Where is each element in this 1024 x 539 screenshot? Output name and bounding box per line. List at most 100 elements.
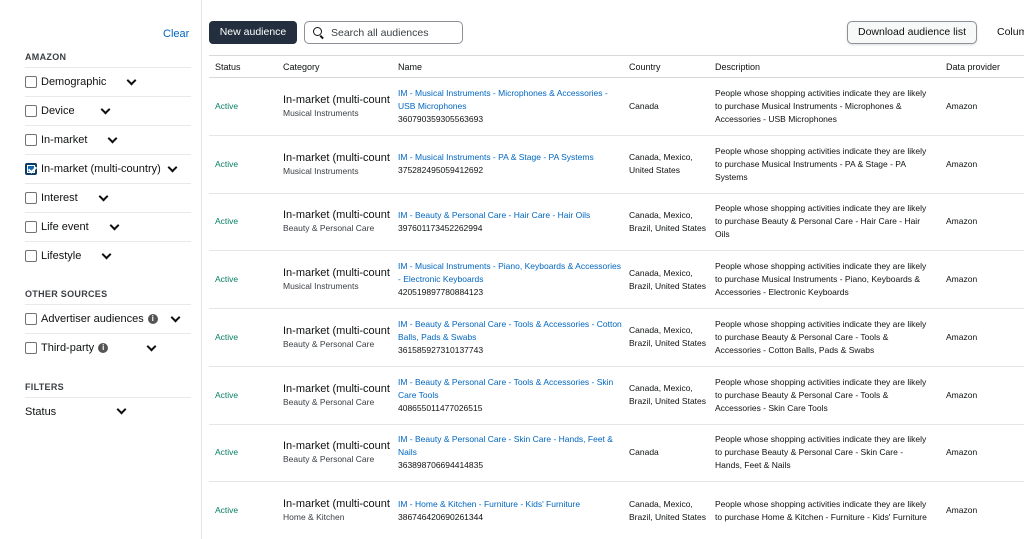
filter-option-label: Lifestyle [41, 250, 82, 262]
checkbox[interactable] [25, 134, 37, 146]
chevron-down-icon[interactable] [146, 341, 157, 351]
amazon-section-title: AMAZON [25, 52, 67, 62]
audience-name-link[interactable]: IM - Home & Kitchen - Furniture - Kids' … [398, 498, 623, 511]
checkbox[interactable] [25, 221, 37, 233]
other-sources-filter-list: Advertiser audiences i Third-party i [25, 304, 191, 362]
table-row[interactable]: Active In-market (multi-count Beauty & Per… [209, 366, 1024, 425]
checkbox[interactable] [25, 342, 37, 354]
country-cell: Canada, Mexico, United States [629, 152, 693, 176]
checkbox-checked[interactable] [25, 163, 37, 175]
chevron-down-icon[interactable] [126, 75, 137, 85]
clear-filters-link[interactable]: Clear [163, 28, 189, 40]
country-cell: Canada [629, 100, 659, 111]
amazon-filter-list: Demographic Device In-market In-market (mul… [25, 67, 191, 270]
checkbox[interactable] [25, 192, 37, 204]
search-input[interactable] [331, 26, 456, 39]
description-cell: People whose shopping activities indicat… [715, 376, 927, 413]
header-status[interactable]: Status [209, 55, 277, 78]
filter-option-advertiser-audiences[interactable]: Advertiser audiences i [25, 304, 191, 333]
header-description[interactable]: Description [709, 55, 940, 78]
filter-option-device[interactable]: Device [25, 96, 191, 125]
table-row[interactable]: Active In-market (multi-count Musical Inst… [209, 77, 1024, 136]
table-row[interactable]: Active In-market (multi-count Beauty & Per… [209, 424, 1024, 483]
audience-id: 386746420690261344 [398, 511, 484, 522]
filter-option-in-market[interactable]: In-market [25, 125, 191, 154]
header-data-provider[interactable]: Data provider [940, 55, 1024, 78]
audience-name-link[interactable]: IM - Beauty & Personal Care - Hair Care … [398, 209, 623, 222]
filter-option-interest[interactable]: Interest [25, 183, 191, 212]
info-icon[interactable]: i [147, 314, 158, 324]
table-row[interactable]: Active In-market (multi-count Beauty & Per… [209, 193, 1024, 252]
chevron-down-icon[interactable] [108, 133, 118, 143]
checkbox[interactable] [25, 313, 37, 325]
chevron-down-icon[interactable] [109, 220, 120, 230]
filter-option-label: In-market [41, 134, 88, 146]
new-audience-button[interactable]: New audience [209, 21, 297, 44]
status-cell: Active [215, 100, 239, 111]
checkbox[interactable] [25, 250, 37, 262]
table-row[interactable]: Active In-market (multi-count Beauty & Per… [209, 308, 1024, 367]
filter-option-third-party[interactable]: Third-party i [25, 333, 191, 362]
filter-option-in-market-multi-country[interactable]: In-market (multi-country) [25, 154, 191, 183]
status-cell: Active [215, 447, 239, 458]
filter-option-label: Demographic [41, 76, 107, 88]
audience-name-link[interactable]: IM - Beauty & Personal Care - Tools & Ac… [398, 376, 623, 402]
chevron-down-icon[interactable] [98, 191, 109, 201]
filter-option-demographic[interactable]: Demographic [25, 67, 191, 96]
description-cell: People whose shopping activities indicat… [715, 145, 927, 182]
audience-name-link[interactable]: IM - Beauty & Personal Care - Skin Care … [398, 433, 623, 459]
filters-section: FILTERS Status [25, 378, 191, 425]
download-audience-list-button[interactable]: Download audience list [847, 21, 977, 44]
audience-id: 397601173452262994 [398, 222, 483, 233]
data-provider-cell: Amazon [946, 158, 978, 169]
audience-name-link[interactable]: IM - Musical Instruments - Microphones &… [398, 87, 623, 113]
subcategory-text: Home & Kitchen [283, 512, 345, 523]
category-cell: In-market (multi-count [283, 93, 390, 106]
header-category[interactable]: Category [277, 55, 392, 78]
amazon-section: AMAZON Demographic Device In-market In-mark… [25, 48, 191, 270]
header-country[interactable]: Country [623, 55, 709, 78]
filter-sidebar: Clear AMAZON Demographic Device In-market I… [0, 0, 202, 539]
audience-name-link[interactable]: IM - Musical Instruments - Piano, Keyboa… [398, 260, 623, 286]
header-name[interactable]: Name [392, 55, 623, 78]
filter-option-label: Interest [41, 192, 78, 204]
audience-table: Status Category Name Country Description… [209, 55, 1024, 539]
data-provider-cell: Amazon [946, 216, 978, 227]
checkbox[interactable] [25, 76, 37, 88]
description-cell: People whose shopping activities indicat… [715, 318, 927, 355]
search-audiences-box[interactable] [304, 21, 463, 44]
description-cell: People whose shopping activities indicat… [715, 261, 927, 298]
subcategory-text: Musical Instruments [283, 281, 359, 292]
chevron-down-icon[interactable] [167, 162, 178, 172]
filter-option-label: In-market (multi-country) [41, 163, 161, 175]
status-cell: Active [215, 389, 239, 400]
status-filter-label: Status [25, 405, 57, 418]
filters-title: FILTERS [25, 382, 64, 392]
filter-option-label: Advertiser audiences [41, 313, 144, 325]
table-row[interactable]: Active In-market (multi-count Home & Kitch… [209, 481, 1024, 539]
subcategory-text: Beauty & Personal Care [283, 396, 375, 407]
category-cell: In-market (multi-count [283, 151, 390, 164]
status-cell: Active [215, 158, 239, 169]
audience-name-link[interactable]: IM - Beauty & Personal Care - Tools & Ac… [398, 318, 623, 344]
table-row[interactable]: Active In-market (multi-count Musical Inst… [209, 135, 1024, 194]
chevron-down-icon[interactable] [170, 312, 181, 322]
category-cell: In-market (multi-count [283, 267, 390, 280]
chevron-down-icon[interactable] [100, 104, 111, 114]
audience-table-container: Status Category Name Country Description… [209, 55, 1024, 539]
columns-button[interactable]: Colum [997, 21, 1024, 44]
country-cell: Canada [629, 447, 659, 458]
filter-option-life-event[interactable]: Life event [25, 212, 191, 241]
country-cell: Canada, Mexico, Brazil, United States [629, 325, 707, 349]
checkbox[interactable] [25, 105, 37, 117]
search-icon [313, 26, 325, 39]
table-header-row: Status Category Name Country Description… [209, 55, 1024, 78]
description-cell: People whose shopping activities indicat… [715, 203, 927, 240]
description-cell: People whose shopping activities indicat… [715, 498, 927, 522]
table-row[interactable]: Active In-market (multi-count Musical Inst… [209, 250, 1024, 309]
filter-option-lifestyle[interactable]: Lifestyle [25, 241, 191, 270]
info-icon[interactable]: i [98, 343, 109, 353]
audience-name-link[interactable]: IM - Musical Instruments - PA & Stage - … [398, 151, 623, 164]
status-filter-dropdown[interactable]: Status [25, 397, 191, 425]
chevron-down-icon[interactable] [101, 249, 112, 259]
